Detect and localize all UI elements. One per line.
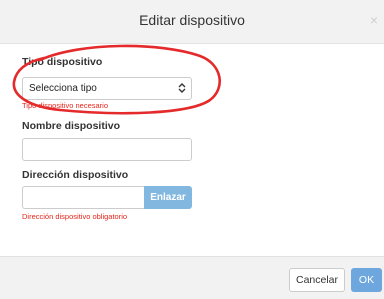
device-address-error: Dirección dispositivo obligatorio <box>22 212 128 221</box>
link-button[interactable]: Enlazar <box>144 186 192 209</box>
device-type-select[interactable]: Selecciona tipo <box>22 77 192 100</box>
chevron-updown-icon <box>178 83 186 93</box>
device-type-label: Tipo dispositivo <box>22 56 103 68</box>
device-type-error: Tipo dispositivo necesario <box>22 101 109 110</box>
device-address-input[interactable] <box>22 186 144 209</box>
modal-header: Editar dispositivo × <box>0 0 384 44</box>
modal-title: Editar dispositivo <box>139 12 245 28</box>
device-name-input[interactable] <box>22 138 192 161</box>
device-address-group: Enlazar <box>22 186 192 209</box>
device-name-label: Nombre dispositivo <box>22 120 121 132</box>
cancel-button[interactable]: Cancelar <box>289 268 345 292</box>
device-address-label: Dirección dispositivo <box>22 169 129 181</box>
close-icon[interactable]: × <box>370 12 378 28</box>
device-type-selected-value: Selecciona tipo <box>29 83 97 94</box>
ok-button[interactable]: OK <box>351 268 382 292</box>
edit-device-modal: Editar dispositivo × Tipo dispositivo Se… <box>0 0 384 299</box>
modal-footer: Cancelar OK <box>0 256 384 299</box>
